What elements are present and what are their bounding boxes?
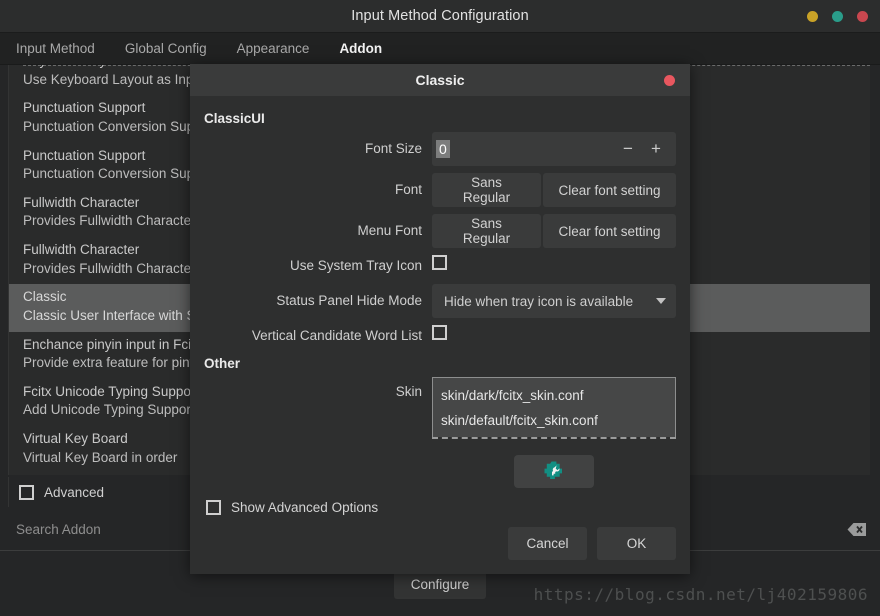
font-size-increment-button[interactable]: + [642,134,670,164]
dialog-footer: Cancel OK [190,515,690,574]
window-title: Input Method Configuration [351,8,529,24]
status-panel-value: Hide when tray icon is available [444,293,634,309]
show-advanced-checkbox[interactable] [206,500,221,515]
watermark-text: https://blog.csdn.net/lj402159806 [533,585,868,604]
font-select-button[interactable]: Sans Regular [432,173,541,207]
skin-config-row [432,455,676,488]
menu-font-clear-button[interactable]: Clear font setting [543,214,676,248]
row-skin: Skin skin/dark/fcitx_skin.conf skin/defa… [204,377,676,488]
tab-addon[interactable]: Addon [339,41,382,56]
dialog-titlebar: Classic [190,64,690,96]
font-label: Font [394,182,422,197]
cancel-button[interactable]: Cancel [508,527,587,560]
vertical-list-checkbox[interactable] [432,325,447,340]
tab-bar: Input Method Global Config Appearance Ad… [0,33,880,65]
gear-wrench-icon [544,460,564,483]
tab-global-config[interactable]: Global Config [125,41,207,56]
group-title-classicui: ClassicUI [204,111,265,126]
close-button[interactable] [857,10,868,22]
status-panel-combobox[interactable]: Hide when tray icon is available [432,284,676,318]
window-controls [807,0,868,32]
tab-appearance[interactable]: Appearance [237,41,310,56]
row-tray-icon: Use System Tray Icon [204,255,676,277]
row-vertical-list: Vertical Candidate Word List [204,325,676,347]
row-font-size: Font Size 0 − + [204,132,676,166]
ok-button[interactable]: OK [597,527,676,560]
row-font: Font Sans Regular Clear font setting [204,173,676,207]
advanced-checkbox[interactable] [19,484,34,500]
dialog-title: Classic [415,72,465,88]
classic-settings-dialog: Classic ClassicUI Font Size 0 − + Font S… [190,64,690,574]
menu-font-label: Menu Font [357,223,422,238]
window-titlebar: Input Method Configuration [0,0,880,33]
group-title-other: Other [204,356,241,371]
font-size-value-wrap: 0 [432,140,614,158]
skin-option-list[interactable]: skin/dark/fcitx_skin.conf skin/default/f… [432,377,676,437]
font-size-value[interactable]: 0 [436,140,450,158]
tab-input-method[interactable]: Input Method [16,41,95,56]
tray-icon-checkbox[interactable] [432,255,447,270]
font-size-spinbox[interactable]: 0 − + [432,132,676,166]
row-status-panel: Status Panel Hide Mode Hide when tray ic… [204,284,676,318]
chevron-down-icon [656,298,666,304]
clear-backspace-icon[interactable] [846,521,868,539]
vertical-list-label: Vertical Candidate Word List [251,328,422,343]
font-size-decrement-button[interactable]: − [614,134,642,164]
minimize-button[interactable] [807,10,818,22]
skin-option-dark[interactable]: skin/dark/fcitx_skin.conf [433,383,675,408]
skin-label: Skin [395,384,422,399]
skin-option-default[interactable]: skin/default/fcitx_skin.conf [433,408,675,433]
menu-font-select-button[interactable]: Sans Regular [432,214,541,248]
maximize-button[interactable] [832,10,843,22]
tray-icon-label: Use System Tray Icon [289,258,422,273]
skin-dropdown[interactable]: skin/dark/fcitx_skin.conf skin/default/f… [432,377,676,488]
skin-configure-button[interactable] [514,455,594,488]
dialog-body: ClassicUI Font Size 0 − + Font Sans Regu… [190,96,690,515]
dialog-close-button[interactable] [664,75,675,86]
font-size-label: Font Size [364,141,422,156]
status-panel-label: Status Panel Hide Mode [276,293,422,308]
font-clear-button[interactable]: Clear font setting [543,173,676,207]
advanced-checkbox-label: Advanced [44,484,105,500]
skin-popup-edge [432,437,676,439]
show-advanced-row[interactable]: Show Advanced Options [204,500,676,515]
show-advanced-label: Show Advanced Options [231,500,379,515]
row-menu-font: Menu Font Sans Regular Clear font settin… [204,214,676,248]
